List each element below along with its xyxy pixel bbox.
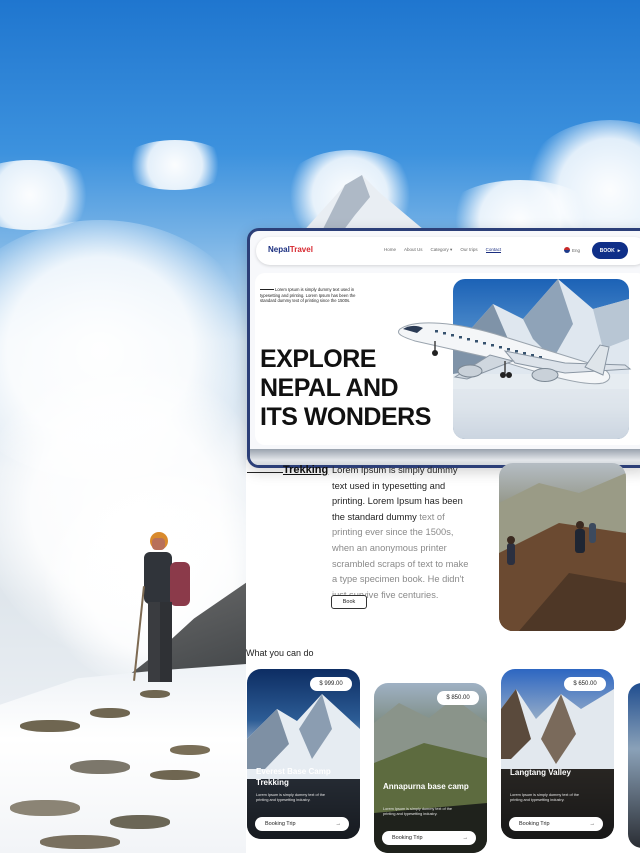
trekking-photo <box>499 463 626 631</box>
trip-title: Everest Base Camp Trekking <box>256 767 331 787</box>
trekking-divider <box>247 472 283 473</box>
hero-section: Lorem Ipsum is simply dummy text used in… <box>255 273 640 445</box>
us-flag-icon <box>564 247 570 253</box>
booking-trip-label: Booking Trip <box>265 821 296 827</box>
book-button-label: BOOK <box>599 247 615 254</box>
trip-title: Langtang Valley <box>510 768 571 777</box>
trekking-book-button[interactable]: Book <box>331 595 367 609</box>
airplane-image <box>398 322 632 385</box>
nav-about[interactable]: About Us <box>404 247 423 253</box>
trekking-description: Lorem Ipsum is simply dummy text used in… <box>332 463 472 603</box>
arrow-right-icon: ▸ <box>617 247 621 254</box>
trip-card[interactable]: $ 850.00 Annapurna base camp Lorem Ipsum… <box>374 683 487 853</box>
language-label: Eng <box>572 247 581 253</box>
booking-trip-label: Booking Trip <box>519 821 550 827</box>
language-selector[interactable]: Eng <box>564 247 580 253</box>
arrow-right-icon: → <box>589 821 596 827</box>
logo-text-nepal: Nepal <box>268 245 290 254</box>
book-button[interactable]: BOOK ▸ <box>592 242 628 259</box>
trip-card[interactable]: $ 999.00 Everest Base Camp Trekking Lore… <box>247 669 360 839</box>
trip-price: $ 850.00 <box>437 691 479 705</box>
hiker-figure <box>133 532 198 687</box>
logo[interactable]: NepalTravel <box>268 245 313 254</box>
website-mockup: NepalTravel Home About Us Category ▾ Our… <box>247 228 640 468</box>
trip-price: $ 999.00 <box>310 677 352 691</box>
nav-home[interactable]: Home <box>384 247 396 253</box>
booking-trip-label: Booking Trip <box>392 835 423 841</box>
trip-description: Lorem Ipsum is simply dummy text of the … <box>510 793 579 802</box>
hero-description: Lorem Ipsum is simply dummy text used in… <box>260 287 370 304</box>
nav-category[interactable]: Category ▾ <box>431 247 453 253</box>
arrow-right-icon: → <box>462 835 469 841</box>
hero-description-text: Lorem Ipsum is simply dummy text used in… <box>260 287 356 304</box>
trip-description: Lorem Ipsum is simply dummy text of the … <box>256 793 325 802</box>
trip-card-partial[interactable] <box>628 683 640 848</box>
nav-links: Home About Us Category ▾ Our trips Conta… <box>384 247 502 253</box>
section-title: What you can do <box>246 648 314 658</box>
trekking-text-muted: text of printing ever since the 1500s, w… <box>332 511 469 600</box>
booking-trip-button[interactable]: Booking Trip → <box>509 817 603 831</box>
trip-card[interactable]: $ 650.00 Langtang Valley Lorem Ipsum is … <box>501 669 614 839</box>
nav-contact[interactable]: Contact <box>485 247 502 253</box>
logo-text-travel: Travel <box>289 245 313 254</box>
trip-price: $ 650.00 <box>564 677 606 691</box>
arrow-right-icon: → <box>335 821 342 827</box>
booking-trip-button[interactable]: Booking Trip → <box>255 817 349 831</box>
nav-trips[interactable]: Our trips <box>460 247 477 253</box>
trip-description: Lorem Ipsum is simply dummy text of the … <box>383 807 452 816</box>
booking-trip-button[interactable]: Booking Trip → <box>382 831 476 845</box>
trekking-label: Trekking <box>283 464 329 476</box>
trip-title: Annapurna base camp <box>383 782 469 791</box>
mountain-peak <box>300 175 430 235</box>
navbar: NepalTravel Home About Us Category ▾ Our… <box>256 237 640 265</box>
hero-title-line: ITS WONDERS <box>260 403 431 431</box>
